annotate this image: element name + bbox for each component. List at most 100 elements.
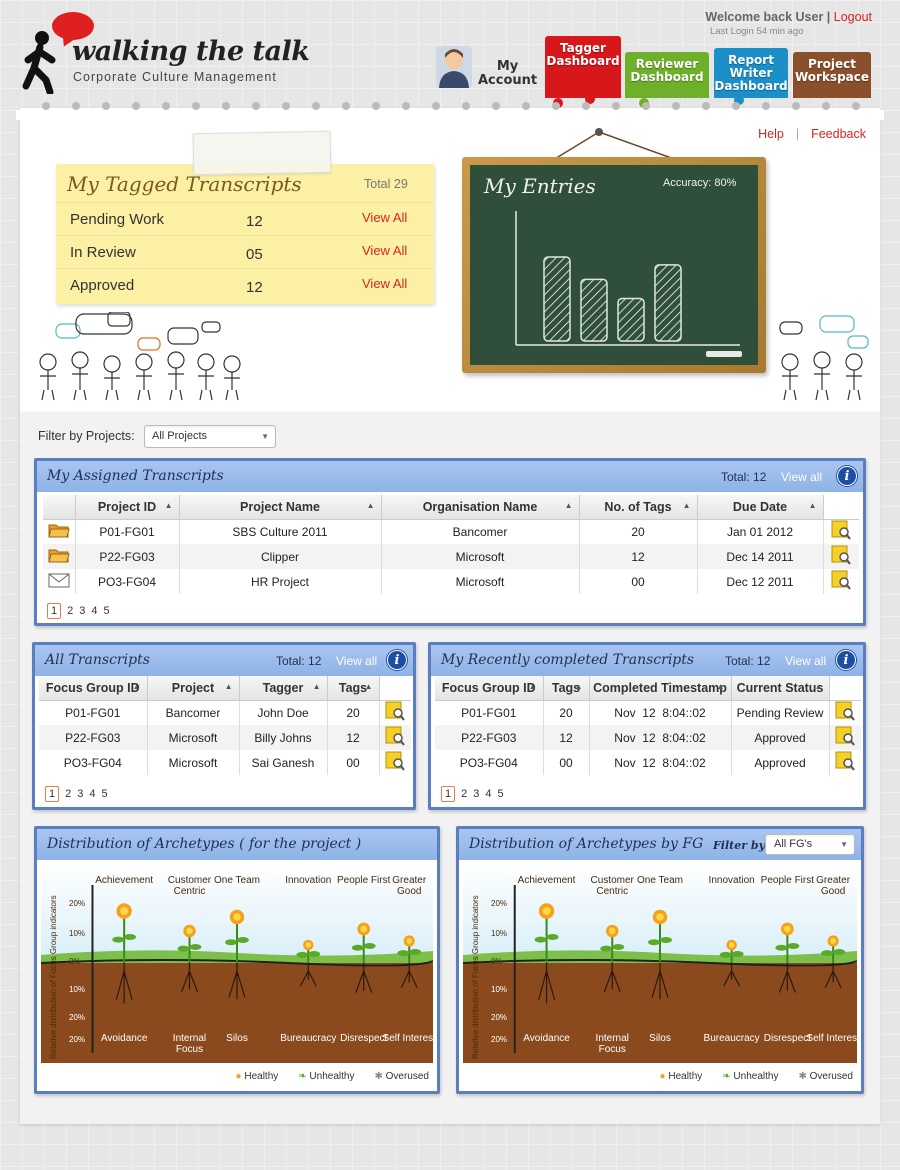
tab-project-workspace[interactable]: Project Workspace [793,52,871,98]
info-icon[interactable]: i [387,650,407,670]
table-header-row: Focus Group ID ▲ Project ▲ Tagger ▲ Tags ▲ [39,676,411,701]
table-row[interactable]: P01-FG01 Bancomer John Doe 20 [39,700,411,725]
view-all-link[interactable]: View all [781,470,822,484]
feedback-link[interactable]: Feedback [811,127,866,141]
archetype-illustration: Relative distribution of Focus Group ind… [40,863,436,1082]
table-row[interactable]: PO3-FG04 HR Project Microsoft 00 Dec 12 … [43,569,859,594]
magnify-note-icon[interactable] [385,701,406,721]
table-row[interactable]: PO3-FG04 00 Nov 12 8:04::02 Approved [435,750,861,775]
my-account-link[interactable]: My Account [478,60,537,88]
page-4[interactable]: 4 [485,788,491,800]
chalk-piece [706,351,742,357]
cell-project-name: Clipper [179,544,382,569]
magnify-note-icon[interactable] [835,751,856,771]
tab-report-writer-dashboard[interactable]: Report Writer Dashboard [714,48,788,105]
magnify-note-icon[interactable] [831,570,852,590]
column-header[interactable]: Tags ▲ [327,676,380,701]
page-2[interactable]: 2 [65,788,71,800]
magnify-note-icon[interactable] [835,701,856,721]
magnify-note-icon[interactable] [385,726,406,746]
chevron-down-icon: ▼ [261,432,269,441]
column-header[interactable]: Tagger ▲ [239,676,328,701]
page-5[interactable]: 5 [102,788,108,800]
view-all-link[interactable]: View All [362,210,407,225]
table-row[interactable]: PO3-FG04 Microsoft Sai Ganesh 00 [39,750,411,775]
cell-tags: 20 [543,700,590,725]
page-2[interactable]: 2 [461,788,467,800]
page-5[interactable]: 5 [498,788,504,800]
welcome-text: Welcome back User [705,10,824,24]
table-row[interactable]: P22-FG03 Microsoft Billy Johns 12 [39,725,411,750]
panel-header: Distribution of Archetypes by FG Filter … [459,829,861,860]
pagination: 12345 [441,786,510,802]
page-3[interactable]: 3 [77,788,83,800]
legend-item: ✱ Overused [374,1071,429,1082]
view-all-link[interactable]: View all [785,654,826,668]
page-5[interactable]: 5 [104,605,110,617]
help-link[interactable]: Help [758,127,784,141]
table-row[interactable]: P22-FG03 12 Nov 12 8:04::02 Approved [435,725,861,750]
archetype-negative-label: Avoidance [523,1033,570,1044]
legend-item: ● Healthy [659,1071,703,1082]
folder-icon[interactable] [48,547,70,563]
archetype-negative-label: Silos [649,1033,671,1044]
magnify-note-icon[interactable] [385,751,406,771]
overused-icon: ✱ [374,1071,383,1082]
project-filter-select[interactable]: All Projects ▼ [144,425,276,448]
tab-tagger-dashboard[interactable]: Tagger Dashboard [545,36,621,108]
page-1[interactable]: 1 [441,786,456,802]
column-header[interactable]: Project Name ▲ [179,495,382,520]
archetype-tick-label: 10% [491,985,508,994]
logout-link[interactable]: Logout [834,10,872,24]
view-all-link[interactable]: View All [362,276,407,291]
page-2[interactable]: 2 [67,605,73,617]
account-label-line2: Account [478,73,538,88]
magnify-note-icon[interactable] [831,545,852,565]
cell-tags: 00 [579,569,698,594]
cell-due: Jan 01 2012 [697,519,824,544]
magnify-note-icon[interactable] [831,520,852,540]
page-4[interactable]: 4 [89,788,95,800]
column-header[interactable]: Focus Group ID ▲ [39,676,148,701]
magnify-note-icon[interactable] [835,726,856,746]
sort-icon: ▲ [808,501,817,510]
column-header[interactable]: Tags ▲ [543,676,590,701]
archetype-positive-label: Innovation [708,875,755,886]
info-icon[interactable]: i [837,466,857,486]
column-header[interactable]: Current Status ▲ [731,676,830,701]
column-header[interactable]: Organisation Name ▲ [381,495,580,520]
archetype-y-axis-label: Relative distribution of Focus Group ind… [471,895,480,1059]
spiral-binding [16,102,884,120]
fg-filter-select[interactable]: All FG's ▼ [765,834,855,855]
action-column-header [829,676,861,701]
table-row[interactable]: P01-FG01 20 Nov 12 8:04::02 Pending Revi… [435,700,861,725]
page-1[interactable]: 1 [47,603,62,619]
archetype-illustration: Relative distribution of Focus Group ind… [462,863,860,1082]
user-avatar-icon[interactable] [434,44,474,90]
tab-label: Workspace [794,70,870,84]
page-1[interactable]: 1 [45,786,60,802]
column-header[interactable]: No. of Tags ▲ [579,495,698,520]
view-all-link[interactable]: View all [336,654,377,668]
page-3[interactable]: 3 [473,788,479,800]
unhealthy-icon: ❧ [298,1071,307,1082]
page-3[interactable]: 3 [79,605,85,617]
column-header[interactable]: Due Date ▲ [697,495,824,520]
column-header[interactable]: Completed Timestamp ▲ [589,676,732,701]
tagged-total: Total 29 [364,177,408,191]
table-row[interactable]: P01-FG01 SBS Culture 2011 Bancomer 20 Ja… [43,519,859,544]
folder-icon[interactable] [48,522,70,538]
tagged-row-review: In Review 05 View All [56,235,434,268]
info-icon[interactable]: i [836,650,856,670]
tab-reviewer-dashboard[interactable]: Reviewer Dashboard [625,52,709,108]
table-row[interactable]: P22-FG03 Clipper Microsoft 12 Dec 14 201… [43,544,859,569]
column-header[interactable]: Project ID ▲ [75,495,180,520]
panel-header: Distribution of Archetypes ( for the pro… [37,829,437,860]
column-header[interactable]: Project ▲ [147,676,240,701]
mail-icon[interactable] [48,572,70,588]
view-all-link[interactable]: View All [362,243,407,258]
page-4[interactable]: 4 [91,605,97,617]
sort-icon: ▲ [814,682,823,691]
sort-icon: ▲ [132,682,141,691]
column-header[interactable]: Focus Group ID ▲ [435,676,544,701]
